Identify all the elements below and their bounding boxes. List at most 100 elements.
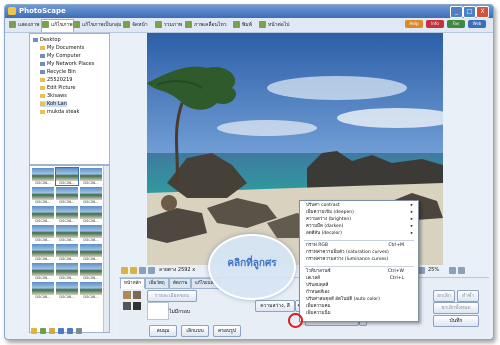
menu-more[interactable]: หน้าต่อไป [259, 20, 289, 30]
thumbnail-scrollbar[interactable] [103, 166, 109, 332]
thumbnail-selected[interactable]: DSC08... [55, 167, 79, 186]
brightness-color-button[interactable]: ความสว่าง, สี [255, 300, 295, 312]
thumbnail[interactable]: DSC08... [80, 187, 102, 204]
tree-item-folder-selected[interactable]: Koh Lan [40, 101, 67, 107]
close-button[interactable]: X [476, 6, 489, 18]
tree-item-folder[interactable]: mukda steak [40, 109, 79, 115]
arrow-left-icon[interactable] [58, 328, 64, 334]
menu-page[interactable]: จัดหน้า [123, 20, 148, 30]
menu-item-luminance-curves[interactable]: กราฟค่าความสว่าง (luminance curves) [306, 257, 414, 263]
thumbnail[interactable]: DSC08... [80, 168, 102, 185]
thumbnail-list[interactable]: DSC08... DSC08... DSC08... DSC08... DSC0… [29, 165, 110, 333]
thumbnail[interactable]: DSC08... [32, 206, 54, 223]
thumbnail[interactable]: DSC08... [80, 263, 102, 280]
thumbnail[interactable]: DSC08... [80, 282, 102, 299]
frame-style-icon[interactable] [123, 291, 131, 299]
actual-size-icon[interactable] [148, 267, 155, 274]
menu-item-label: ไวท์บาลานซ์ [306, 269, 331, 274]
menu-item-levels[interactable]: เลเวลส์ Ctrl+L [306, 276, 414, 282]
thumbnail-image [32, 282, 54, 295]
thumbnail[interactable]: DSC08... [32, 263, 54, 280]
thumbnail[interactable]: DSC08... [32, 282, 54, 299]
fullscreen-icon[interactable] [449, 267, 456, 274]
thumbnail[interactable]: DSC08... [80, 244, 102, 261]
normal-button[interactable]: ลบมุม [149, 325, 177, 337]
web-badge[interactable]: Web [468, 20, 486, 28]
arrow-right-icon[interactable] [67, 328, 73, 334]
menu-item-soften[interactable]: เพิ่มความนิ่ม [306, 311, 414, 317]
menu-item-contrast[interactable]: ปรับคา contrast ▸ [306, 203, 414, 209]
menu-item-darken[interactable]: ความมืด (darken) ▸ [306, 224, 414, 230]
folder-icon[interactable] [49, 328, 55, 334]
tab-home[interactable]: หน้าหลัก [120, 278, 146, 289]
tab-object[interactable]: เพิ่มวัตถุ [145, 278, 169, 289]
menu-animated-gif[interactable]: ภาพเคลื่อนไหว [185, 20, 227, 30]
star-icon[interactable] [31, 328, 37, 334]
save-button[interactable]: บันทึก [433, 315, 479, 327]
menu-item-deepen[interactable]: เพิ่มความเข้ม (deepen) ▸ [306, 210, 414, 216]
thumbnail[interactable]: DSC08... [32, 244, 54, 261]
tree-item-folder[interactable]: 3kisaws [40, 93, 67, 99]
tab-crop[interactable]: ตัดภาพ [169, 278, 192, 289]
fit-icon[interactable] [139, 267, 146, 274]
tree-item-desktop[interactable]: Desktop [33, 37, 61, 43]
menu-print[interactable]: พิมพ์ [233, 20, 252, 30]
thumbnail-image [80, 244, 102, 257]
thumbnail[interactable]: DSC08... [32, 168, 54, 185]
maximize-button[interactable]: □ [463, 6, 476, 18]
menu-item-auto-color[interactable]: ปรับค่าสมดุลสี อัตโนมัติ (auto color) [306, 297, 414, 303]
instruction-callout: คลิกที่ลูกศร [208, 234, 296, 300]
rotate-left-icon[interactable] [121, 267, 128, 274]
thumbnail[interactable]: DSC08... [32, 225, 54, 242]
menu-item-custom-color[interactable]: กำหนดสีเอง [306, 290, 414, 296]
compare-icon[interactable] [458, 267, 465, 274]
minimize-button[interactable]: _ [450, 6, 463, 18]
info-badge[interactable]: Info [426, 20, 444, 28]
folder-up-icon[interactable] [40, 328, 46, 334]
tree-item-my-documents[interactable]: My Documents [40, 45, 84, 51]
tree-item-network[interactable]: My Network Places [40, 61, 94, 67]
tree-item-recycle-bin[interactable]: Recycle Bin [40, 69, 76, 75]
undo-all-button[interactable]: ยกเลิกทั้งหมด [433, 302, 479, 314]
redo-button[interactable]: ทำซ้ำ [457, 290, 479, 302]
tree-item-folder[interactable]: Edit Picture [40, 85, 75, 91]
thumbnail[interactable]: DSC08... [56, 263, 78, 280]
folder-tree[interactable]: Desktop My Documents My Computer My Netw… [29, 33, 110, 165]
menu-combine[interactable]: รวมภาพ [155, 20, 182, 30]
main-menu-bar: แสดงภาพ แก้ไขภาพ แก้ไขภาพเป็นกลุ่ม จัดหน… [5, 18, 493, 33]
menu-item-brighten[interactable]: ความสว่าง (brighten) ▸ [306, 217, 414, 223]
menu-item-sharpen[interactable]: เพิ่มความคม [306, 304, 414, 310]
crop-button[interactable]: ครอบรูป [213, 325, 241, 337]
menu-viewer[interactable]: แสดงภาพ [9, 20, 39, 30]
zoom-level: 25% [428, 267, 440, 273]
thumbnail[interactable]: DSC08... [32, 187, 54, 204]
thumbnail[interactable]: DSC08... [56, 282, 78, 299]
menu-editor[interactable]: แก้ไขภาพ [41, 19, 74, 32]
menu-item-white-balance[interactable]: ไวท์บาลานซ์ Ctrl+W [306, 269, 414, 275]
frame-style-icon[interactable] [133, 302, 141, 310]
reset-button[interactable]: เลิกแบบ [181, 325, 209, 337]
tree-item-folder[interactable]: 25520219 [40, 77, 72, 83]
title-bar: PhotoScape _ □ X [5, 5, 493, 18]
menu-item-color-balance[interactable]: ปรับสมดุลสี [306, 283, 414, 289]
menu-item-saturation-curves[interactable]: กราฟค่าความอิ่มตัว (saturation curves) [306, 250, 414, 256]
help-badge[interactable]: Help [405, 20, 423, 28]
thumbnail[interactable]: DSC08... [80, 225, 102, 242]
frame-style-icon[interactable] [133, 291, 141, 299]
thumbnail[interactable]: DSC08... [56, 225, 78, 242]
menu-batch-editor[interactable]: แก้ไขภาพเป็นกลุ่ม [73, 20, 121, 30]
frame-style-icon[interactable] [123, 302, 131, 310]
undo-button[interactable]: ยกเลิก [433, 290, 455, 302]
zoom-in-icon[interactable] [418, 267, 425, 274]
menu-item-decolor[interactable]: ลดสีสัน (decolor) ▸ [306, 231, 414, 237]
thumbnail[interactable]: DSC08... [56, 187, 78, 204]
thumbnail[interactable]: DSC08... [56, 206, 78, 223]
fav-badge[interactable]: Fav [447, 20, 465, 28]
menu-item-rgb-curves[interactable]: กราฟ RGB Ctrl+M [306, 243, 414, 249]
thumbnail[interactable]: DSC08... [80, 206, 102, 223]
rotate-right-icon[interactable] [130, 267, 137, 274]
thumbnail[interactable]: DSC08... [56, 244, 78, 261]
frame-select[interactable]: รายละเอียดขอบ [147, 290, 197, 302]
tree-item-my-computer[interactable]: My Computer [40, 53, 81, 59]
view-icon[interactable] [76, 328, 82, 334]
